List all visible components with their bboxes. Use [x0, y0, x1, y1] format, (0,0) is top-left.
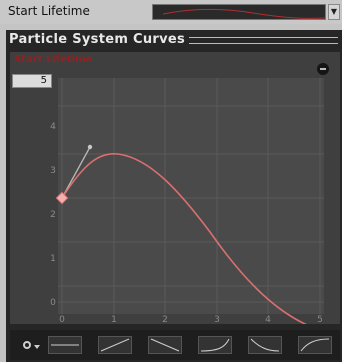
y-tick-label: 2 — [50, 210, 56, 220]
panel-title: Particle System Curves — [9, 32, 190, 47]
x-tick-label: 1 — [111, 315, 117, 324]
preset-flat[interactable] — [48, 336, 82, 354]
x-tick-label: 2 — [162, 315, 168, 324]
max-value-field[interactable]: 5 — [12, 74, 52, 88]
curve-preview-thumbnail — [162, 8, 326, 19]
curve-editor[interactable]: 0 1 2 3 4 0 1 2 3 4 5 Start Lifetime 5 — [10, 52, 340, 324]
dropdown-arrow-icon[interactable]: ▼ — [328, 4, 340, 20]
y-tick-label: 4 — [50, 122, 56, 132]
presets-bar — [10, 330, 340, 360]
particle-system-curves-panel: Particle System Curves 0 1 2 3 4 0 1 2 3… — [6, 30, 342, 362]
property-label: Start Lifetime — [8, 4, 90, 18]
y-tick-label: 3 — [50, 166, 56, 176]
remove-curve-button[interactable] — [317, 63, 329, 75]
curve-name-label: Start Lifetime — [14, 54, 93, 65]
preset-ease-in-icon — [200, 338, 230, 352]
x-tick-label: 3 — [214, 315, 220, 324]
preset-ease-out-down-icon — [250, 338, 280, 352]
panel-header: Particle System Curves — [9, 30, 342, 50]
preset-linear-down-icon — [150, 338, 180, 352]
preset-linear-up[interactable] — [98, 336, 132, 354]
x-tick-label: 5 — [317, 315, 323, 324]
preset-linear-down[interactable] — [148, 336, 182, 354]
gear-icon[interactable] — [23, 341, 31, 349]
x-tick-label: 4 — [265, 315, 271, 324]
preset-ease-out-up[interactable] — [298, 336, 332, 354]
title-divider — [189, 37, 338, 44]
y-tick-label: 0 — [50, 298, 56, 308]
y-tick-label: 1 — [50, 254, 56, 264]
preset-linear-up-icon — [100, 338, 130, 352]
x-tick-label: 0 — [59, 315, 65, 324]
start-lifetime-property-row: Start Lifetime ▼ — [0, 0, 342, 24]
curve-graph[interactable]: 0 1 2 3 4 0 1 2 3 4 5 — [10, 52, 340, 324]
preset-flat-icon — [51, 344, 79, 346]
curve-preview-field[interactable] — [152, 4, 326, 20]
plot-area — [58, 78, 324, 314]
tangent-handle[interactable] — [87, 144, 93, 150]
preset-ease-in[interactable] — [198, 336, 232, 354]
preset-ease-out-up-icon — [300, 338, 330, 352]
dropdown-arrow-icon[interactable] — [34, 345, 40, 349]
preset-ease-out-down[interactable] — [248, 336, 282, 354]
